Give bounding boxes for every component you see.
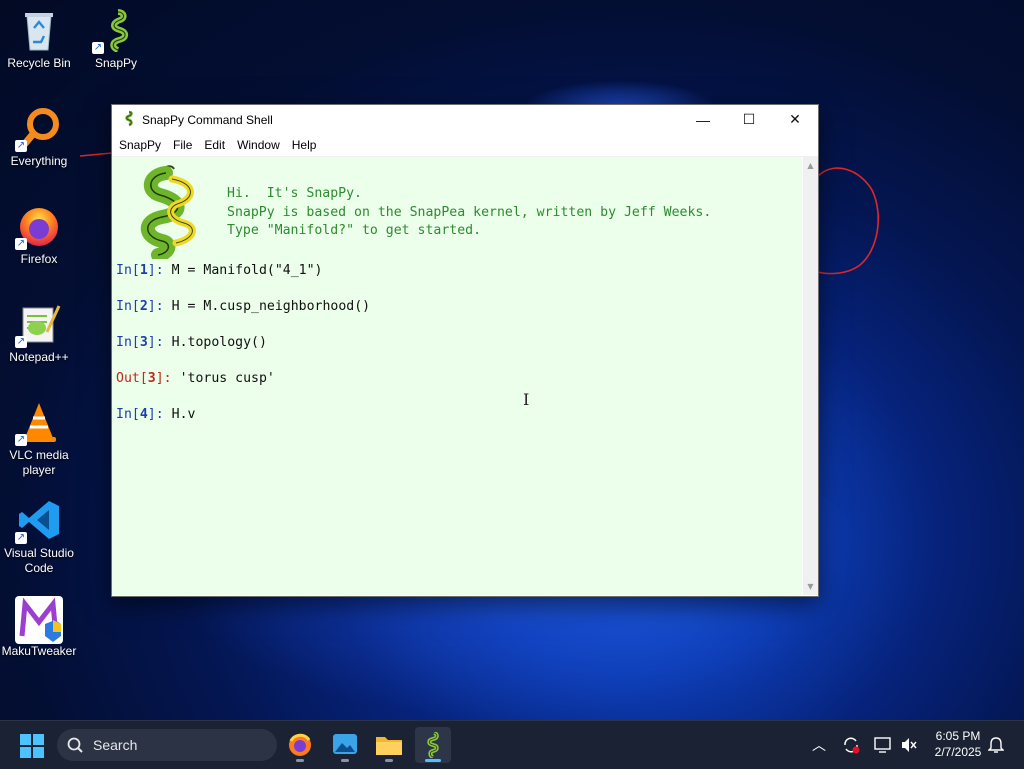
sync-icon[interactable] — [842, 736, 860, 754]
desktop-icon-everything[interactable]: ↗ Everything — [1, 106, 77, 169]
search-box[interactable]: Search — [57, 729, 277, 761]
firefox-icon — [289, 733, 311, 756]
snappy-icon: ↗ — [92, 8, 138, 54]
menu-help[interactable]: Help — [287, 138, 322, 152]
vscode-icon: ↗ — [15, 498, 61, 544]
everything-icon: ↗ — [15, 106, 61, 152]
maximize-icon: ☐ — [742, 111, 756, 127]
input-prompt: In[3]: — [116, 335, 172, 350]
welcome-banner: Hi. It's SnapPy. SnapPy is based on the S… — [227, 185, 711, 241]
menu-file[interactable]: File — [168, 138, 197, 152]
output-prompt: Out[3]: — [116, 371, 180, 386]
chevron-up-icon: ︿ — [812, 738, 826, 754]
vlc-icon: ↗ — [15, 400, 61, 446]
desktop-icon-label: VLC media player — [9, 448, 69, 477]
running-indicator — [341, 759, 349, 762]
notification-bell-icon[interactable] — [988, 736, 1004, 754]
desktop-icon-recycle-bin[interactable]: Recycle Bin — [1, 8, 77, 71]
taskbar-file-explorer[interactable] — [371, 727, 407, 763]
desktop-icon-label: SnapPy — [94, 56, 138, 70]
current-input[interactable]: H.v — [172, 407, 196, 422]
snappy-window: SnapPy Command Shell — ☐ ✕ SnapPy File E… — [111, 104, 819, 597]
input-code: M = Manifold("4_1") — [171, 263, 323, 278]
running-indicator — [296, 759, 304, 762]
shortcut-arrow-icon: ↗ — [92, 42, 104, 54]
desktop-icon-label: Everything — [10, 154, 68, 168]
search-label: Search — [93, 737, 138, 753]
clock[interactable]: 6:05 PM 2/7/2025 — [926, 728, 990, 760]
taskbar-snappy[interactable] — [415, 727, 451, 763]
desktop-icon-firefox[interactable]: ↗ Firefox — [1, 204, 77, 267]
banner-line: SnapPy is based on the SnapPea kernel, w… — [227, 204, 712, 220]
console-line-in-1: In[1]: M = Manifold("4_1") — [116, 263, 322, 278]
snappy-logo-icon — [140, 165, 196, 259]
console-line-out-3: Out[3]: 'torus cusp' — [116, 371, 275, 386]
desktop-icon-vscode[interactable]: ↗ Visual Studio Code — [1, 498, 77, 576]
show-hidden-icons-button[interactable]: ︿ — [812, 735, 826, 755]
shortcut-arrow-icon: ↗ — [15, 532, 27, 544]
output-value: 'torus cusp' — [179, 371, 275, 386]
desktop-icon-makutweaker[interactable]: MakuTweaker — [1, 596, 77, 659]
desktop-icon-snappy[interactable]: ↗ SnapPy — [78, 8, 154, 71]
minimize-button[interactable]: — — [680, 105, 726, 134]
console-line-in-3: In[3]: H.topology() — [116, 335, 267, 350]
shortcut-arrow-icon: ↗ — [15, 238, 27, 250]
banner-line: Type "Manifold?" to get started. — [227, 223, 482, 238]
search-icon — [67, 737, 83, 753]
running-indicator — [385, 759, 393, 762]
desktop-icon-vlc[interactable]: ↗ VLC media player — [1, 400, 77, 478]
close-button[interactable]: ✕ — [772, 105, 818, 134]
input-prompt: In[2]: — [116, 299, 172, 314]
clock-date: 2/7/2025 — [934, 745, 982, 759]
minimize-icon: — — [696, 111, 710, 128]
title-bar[interactable]: SnapPy Command Shell — ☐ ✕ — [112, 105, 818, 134]
desktop-icon-label: Recycle Bin — [7, 56, 71, 70]
console-line-in-2: In[2]: H = M.cusp_neighborhood() — [116, 299, 370, 314]
desktop-icon-label: Visual Studio Code — [4, 546, 74, 575]
snappy-icon — [125, 111, 133, 127]
active-indicator — [425, 759, 441, 762]
input-prompt: In[4]: — [116, 407, 172, 422]
shortcut-arrow-icon: ↗ — [15, 434, 27, 446]
maximize-button[interactable]: ☐ — [726, 105, 772, 134]
scroll-down-icon[interactable]: ▼ — [803, 582, 818, 591]
window-title: SnapPy Command Shell — [142, 113, 273, 127]
shortcut-arrow-icon: ↗ — [15, 336, 27, 348]
menu-bar: SnapPy File Edit Window Help — [112, 134, 818, 157]
menu-window[interactable]: Window — [232, 138, 285, 152]
volume-muted-icon[interactable] — [900, 736, 918, 754]
desktop-icon-label: MakuTweaker — [1, 644, 77, 658]
vertical-scrollbar[interactable]: ▲ ▼ — [803, 157, 818, 595]
taskbar-photos[interactable] — [327, 727, 363, 763]
taskbar-firefox[interactable] — [282, 727, 318, 763]
firefox-icon: ↗ — [15, 204, 61, 250]
shortcut-arrow-icon: ↗ — [15, 140, 27, 152]
banner-line: Hi. It's SnapPy. — [227, 186, 362, 201]
menu-snappy[interactable]: SnapPy — [114, 138, 166, 152]
desktop-icon-notepadpp[interactable]: ↗ Notepad++ — [1, 302, 77, 365]
notepadpp-icon: ↗ — [15, 302, 61, 348]
scroll-up-icon[interactable]: ▲ — [803, 161, 818, 170]
desktop-icon-label: Notepad++ — [9, 350, 69, 364]
snappy-icon — [427, 732, 439, 758]
recycle-bin-icon — [17, 8, 61, 52]
desktop-icon-label: Firefox — [20, 252, 58, 266]
close-icon: ✕ — [789, 111, 801, 127]
photos-icon — [333, 734, 357, 754]
clock-time: 6:05 PM — [935, 729, 981, 743]
console-output[interactable]: Hi. It's SnapPy. SnapPy is based on the S… — [112, 157, 802, 595]
windows-logo-icon — [20, 734, 31, 745]
makutweaker-icon — [15, 596, 63, 644]
input-code: H.topology() — [171, 335, 267, 350]
menu-edit[interactable]: Edit — [199, 138, 230, 152]
text-cursor-icon: I — [523, 390, 530, 409]
input-prompt: In[1]: — [116, 263, 172, 278]
taskbar: Search ︿ 6:05 PM 2/7/2025 — [0, 720, 1024, 769]
console-line-in-4[interactable]: In[4]: H.v — [116, 407, 195, 422]
input-code: H = M.cusp_neighborhood() — [171, 299, 371, 314]
start-button[interactable] — [20, 734, 44, 758]
network-icon[interactable] — [874, 736, 892, 754]
file-explorer-icon — [376, 737, 402, 755]
